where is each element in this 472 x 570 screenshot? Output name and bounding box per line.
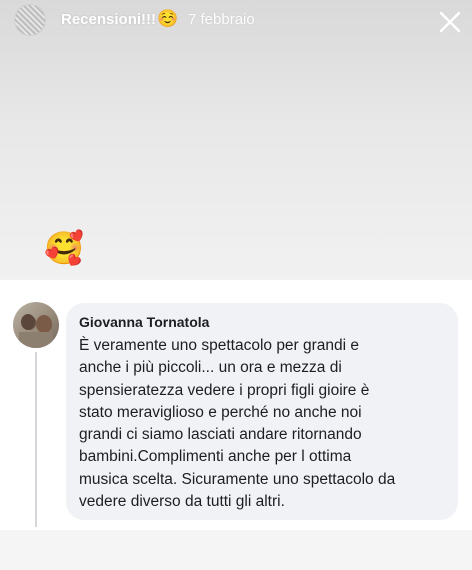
story-date: 7 febbraio (188, 11, 255, 28)
story-header: Recensioni!!! ☺️ 7 febbraio (0, 0, 472, 44)
story-title-emoji: ☺️ (157, 9, 179, 28)
close-button[interactable] (436, 8, 464, 36)
comment-author[interactable]: Giovanna Tornatola (79, 312, 446, 332)
story-profile-avatar[interactable] (14, 4, 46, 36)
comment-text: È veramente uno spettacolo per grandi e … (79, 337, 396, 511)
smiling-hearts-emoji: 🥰 (44, 230, 84, 266)
story-title[interactable]: Recensioni!!! (61, 11, 156, 28)
commenter-avatar[interactable] (13, 302, 59, 348)
close-icon (439, 11, 461, 33)
avatar-photo-icon (19, 314, 53, 348)
bottom-area (0, 530, 472, 570)
comment-bubble: Giovanna Tornatola È veramente uno spett… (66, 303, 458, 520)
thread-line (35, 352, 37, 527)
